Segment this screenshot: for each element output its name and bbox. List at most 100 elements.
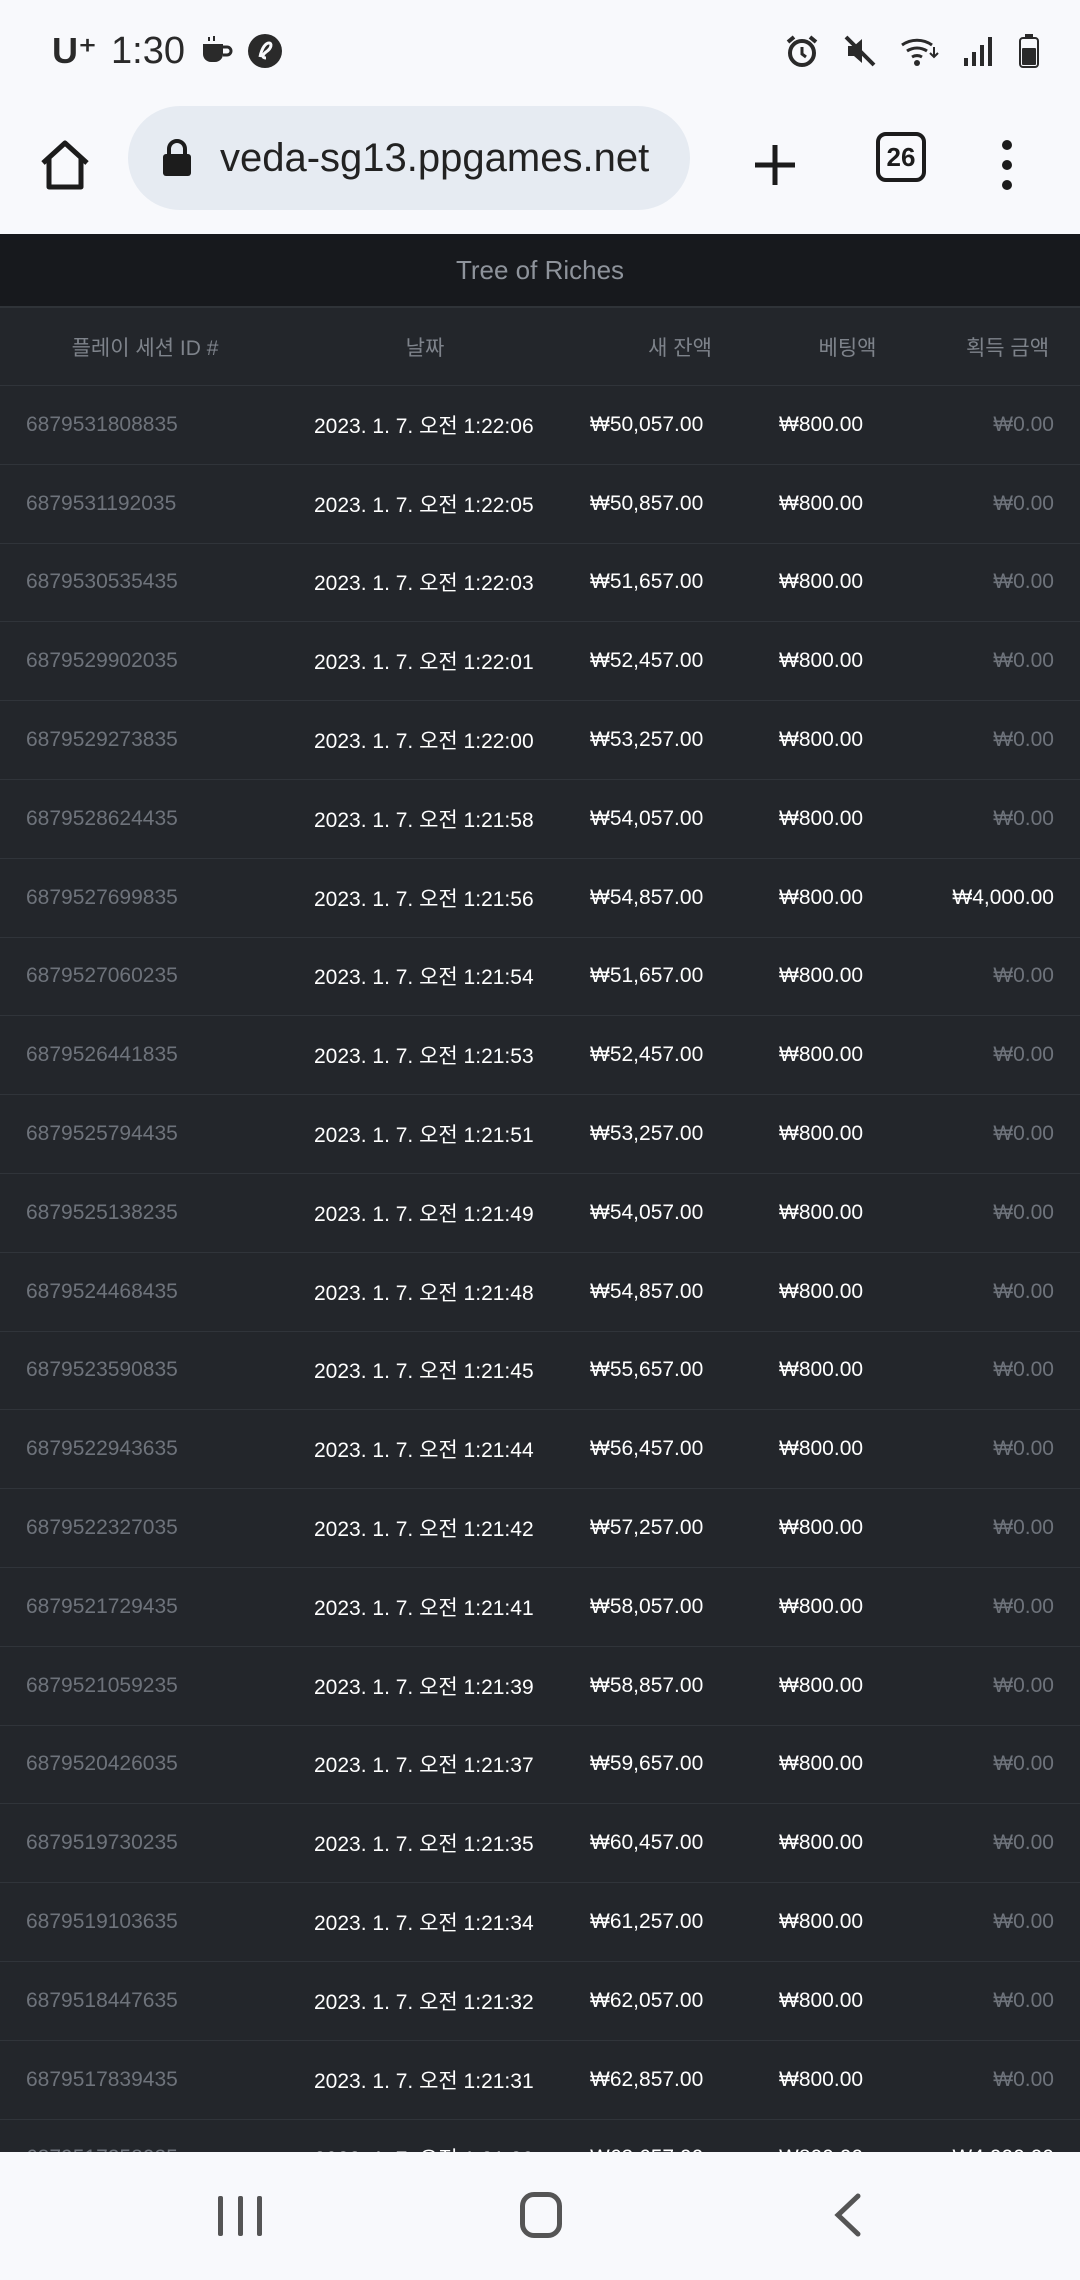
table-row[interactable]: 6879517839435 2023. 1. 7. 오전 1:21:31 ₩62,8… (0, 2041, 1080, 2120)
win-cell: ₩0.00 (993, 570, 1054, 594)
table-row[interactable]: 6879519730235 2023. 1. 7. 오전 1:21:35 ₩60,4… (0, 1804, 1080, 1884)
table-row[interactable]: 6879525138235 2023. 1. 7. 오전 1:21:49 ₩54,0… (0, 1174, 1080, 1253)
table-row[interactable]: 68795172580352023. 1. 7. 오전 1:21:29₩63,6… (0, 2120, 1080, 2152)
signal-icon (964, 37, 992, 66)
browser-menu-button[interactable] (982, 130, 1032, 200)
date-cell: 2023. 1. 7. 오전 1:21:39 (314, 1675, 534, 1699)
date-cell: 2023. 1. 7. 오전 1:21:35 (314, 1833, 534, 1857)
new-tab-button[interactable] (740, 130, 810, 200)
table-row[interactable]: 6879521059235 2023. 1. 7. 오전 1:21:39 ₩58,8… (0, 1647, 1080, 1726)
new-balance-cell: ₩58,057.00 (590, 1594, 704, 1618)
recent-apps-button[interactable] (218, 2196, 262, 2236)
date-cell: 2023. 1. 7. 오전 1:21:56 (314, 887, 534, 911)
back-button[interactable] (828, 2192, 868, 2238)
new-balance-cell: ₩51,657.00 (590, 570, 704, 594)
table-row[interactable]: 6879522327035 2023. 1. 7. 오전 1:21:42 ₩57,2… (0, 1489, 1080, 1568)
bet-cell: ₩800.00 (779, 412, 864, 436)
new-balance-cell: ₩52,457.00 (590, 1043, 704, 1067)
bet-cell: ₩800.00 (779, 491, 864, 515)
bet-cell: ₩800.00 (779, 570, 864, 594)
clock: 1:30 (111, 29, 185, 72)
home-button[interactable] (30, 130, 100, 200)
table-row[interactable]: 6879523590835 2023. 1. 7. 오전 1:21:45 ₩55,6… (0, 1332, 1080, 1411)
win-cell: ₩0.00 (993, 1516, 1054, 1540)
win-cell: ₩0.00 (993, 1594, 1054, 1618)
new-balance-cell: ₩54,857.00 (590, 1279, 704, 1303)
alarm-icon (786, 35, 818, 67)
date-cell: 2023. 1. 7. 오전 1:21:53 (314, 1045, 534, 1069)
system-navigation-bar (0, 2152, 1080, 2280)
bet-cell: ₩800.00 (779, 806, 864, 830)
win-cell: ₩0.00 (993, 1752, 1054, 1776)
status-bar: U⁺ 1:30 (0, 0, 1080, 100)
mute-icon (844, 35, 876, 67)
win-cell: ₩0.00 (993, 964, 1054, 988)
session-id-cell: 6879521059235 (26, 1673, 178, 1697)
table-row[interactable]: 6879529902035 2023. 1. 7. 오전 1:22:01 ₩52,4… (0, 622, 1080, 702)
bet-cell: ₩800.00 (779, 649, 864, 673)
browser-toolbar: veda-sg13.ppgames.net 26 (0, 100, 1080, 232)
table-row[interactable]: 6879531192035 2023. 1. 7. 오전 1:22:05 ₩50,8… (0, 465, 1080, 544)
table-row[interactable]: 6879526441835 2023. 1. 7. 오전 1:21:53 ₩52,4… (0, 1016, 1080, 1096)
bet-cell: ₩800.00 (779, 1043, 864, 1067)
lock-icon (163, 139, 191, 176)
table-row[interactable]: 6879528624435 2023. 1. 7. 오전 1:21:58 ₩54,0… (0, 780, 1080, 859)
session-id-cell: 6879518447635 (26, 1988, 178, 2012)
new-balance-cell: ₩62,857.00 (590, 2067, 704, 2091)
date-cell: 2023. 1. 7. 오전 1:21:32 (314, 1990, 534, 2014)
bet-cell: ₩800.00 (779, 964, 864, 988)
tab-switcher-button[interactable]: 26 (876, 132, 926, 182)
table-row[interactable]: 6879525794435 2023. 1. 7. 오전 1:21:51 ₩53,2… (0, 1095, 1080, 1174)
new-balance-cell: ₩53,257.00 (590, 1122, 704, 1146)
win-cell: ₩0.00 (993, 1831, 1054, 1855)
session-id-cell: 6879525138235 (26, 1200, 178, 1224)
status-bar-left: U⁺ 1:30 (52, 24, 283, 78)
date-cell: 2023. 1. 7. 오전 1:21:45 (314, 1360, 534, 1384)
page-content[interactable]: Tree of Riches 플레이 세션 ID # 날짜 새 잔액 베팅액 획… (0, 234, 1080, 2152)
bet-cell: ₩800.00 (779, 1122, 864, 1146)
new-balance-cell: ₩62,057.00 (590, 1988, 704, 2012)
session-id-cell: 6879523590835 (26, 1358, 178, 1382)
win-cell: ₩0.00 (993, 1122, 1054, 1146)
menu-dot (1002, 140, 1012, 150)
menu-dot (1002, 160, 1012, 170)
session-id-cell: 6879530535435 (26, 570, 178, 594)
table-row[interactable]: 6879522943635 2023. 1. 7. 오전 1:21:44 ₩56,4… (0, 1410, 1080, 1490)
recent-apps-icon (257, 2196, 262, 2236)
win-cell: ₩0.00 (993, 1200, 1054, 1224)
address-bar[interactable]: veda-sg13.ppgames.net (128, 106, 690, 210)
date-cell: 2023. 1. 7. 오전 1:21:34 (314, 1912, 534, 1936)
table-row[interactable]: 6879521729435 2023. 1. 7. 오전 1:21:41 ₩58,0… (0, 1568, 1080, 1647)
win-cell: ₩0.00 (993, 649, 1054, 673)
bet-cell: ₩800.00 (779, 2067, 864, 2091)
table-row[interactable]: 6879519103635 2023. 1. 7. 오전 1:21:34 ₩61,2… (0, 1883, 1080, 1962)
table-row[interactable]: 6879518447635 2023. 1. 7. 오전 1:21:32 ₩62,0… (0, 1962, 1080, 2041)
bet-cell: ₩800.00 (779, 1752, 864, 1776)
wifi-icon (901, 38, 939, 66)
win-cell: ₩0.00 (993, 1279, 1054, 1303)
header-new-balance: 새 잔액 (648, 336, 712, 360)
table-row[interactable]: 6879530535435 2023. 1. 7. 오전 1:22:03 ₩51,6… (0, 544, 1080, 623)
win-cell: ₩0.00 (993, 1673, 1054, 1697)
date-cell: 2023. 1. 7. 오전 1:22:06 (314, 414, 534, 438)
session-id-cell: 6879527060235 (26, 964, 178, 988)
session-id-cell: 6879531192035 (26, 491, 177, 515)
bet-cell: ₩800.00 (779, 1516, 864, 1540)
session-id-cell: 6879531808835 (26, 412, 178, 436)
session-id-cell: 6879525794435 (26, 1122, 178, 1146)
date-cell: 2023. 1. 7. 오전 1:21:37 (314, 1754, 534, 1778)
table-row[interactable]: 6879529273835 2023. 1. 7. 오전 1:22:00 ₩53,2… (0, 701, 1080, 780)
new-balance-cell: ₩54,057.00 (590, 1200, 704, 1224)
bet-cell: ₩800.00 (779, 1279, 864, 1303)
session-id-cell: 6879528624435 (26, 806, 178, 830)
win-cell: ₩0.00 (993, 806, 1054, 830)
date-cell: 2023. 1. 7. 오전 1:21:29 (290, 2143, 560, 2152)
system-home-button[interactable] (520, 2192, 562, 2238)
table-row[interactable]: 6879527699835 2023. 1. 7. 오전 1:21:56 ₩54,8… (0, 859, 1080, 938)
table-row[interactable]: 6879520426035 2023. 1. 7. 오전 1:21:37 ₩59,6… (0, 1726, 1080, 1805)
home-icon (41, 140, 89, 190)
table-row[interactable]: 6879524468435 2023. 1. 7. 오전 1:21:48 ₩54,8… (0, 1253, 1080, 1332)
table-row[interactable]: 6879531808835 2023. 1. 7. 오전 1:22:06 ₩50,0… (0, 386, 1080, 465)
table-row[interactable]: 6879527060235 2023. 1. 7. 오전 1:21:54 ₩51,6… (0, 938, 1080, 1017)
session-id-cell: 6879522943635 (26, 1437, 178, 1461)
